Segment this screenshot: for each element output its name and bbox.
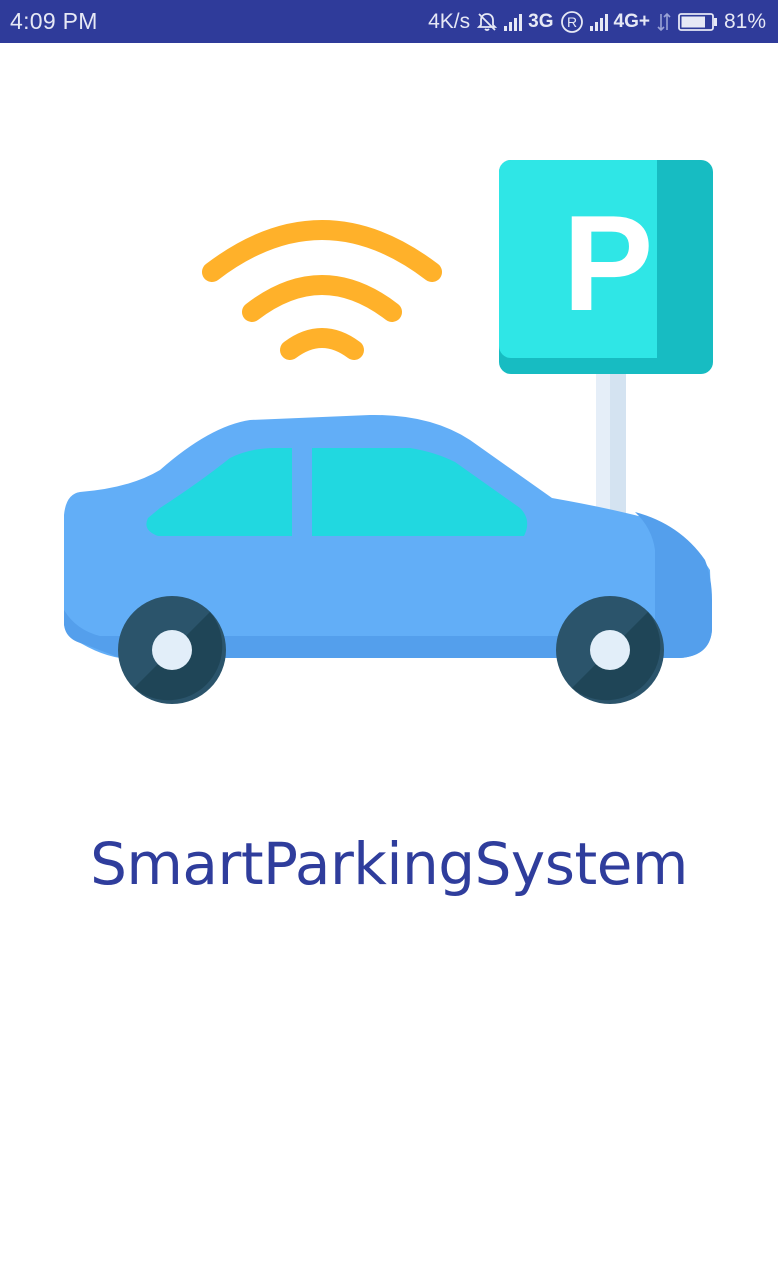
app-title: SmartParkingSystem: [90, 830, 688, 898]
parking-letter: P: [563, 187, 654, 339]
wifi-signal-icon: [202, 220, 442, 360]
roaming-letter: R: [566, 14, 576, 30]
status-time: 4:09 PM: [10, 8, 98, 34]
network-3g: 3G: [528, 10, 554, 32]
status-icons: 4K/s 3G R 4G+ 81%: [428, 10, 766, 34]
smart-parking-illustration: P: [64, 160, 713, 704]
battery-icon: [678, 10, 718, 33]
network-4g: 4G+: [613, 10, 650, 32]
car-wheel: [118, 596, 226, 704]
car-wheel: [556, 596, 664, 704]
battery-percent: 81%: [723, 9, 766, 33]
status-bar: 4:09 PM 4K/s 3G R 4G+ 81%: [0, 0, 778, 43]
parking-sign-icon: P: [499, 160, 713, 530]
muted-bell-icon: [476, 10, 498, 33]
signal-icon: [504, 13, 523, 31]
signal-icon: [589, 13, 608, 31]
network-speed: 4K/s: [428, 9, 471, 33]
roaming-icon: R: [560, 10, 584, 34]
data-arrows-icon: [656, 10, 672, 33]
